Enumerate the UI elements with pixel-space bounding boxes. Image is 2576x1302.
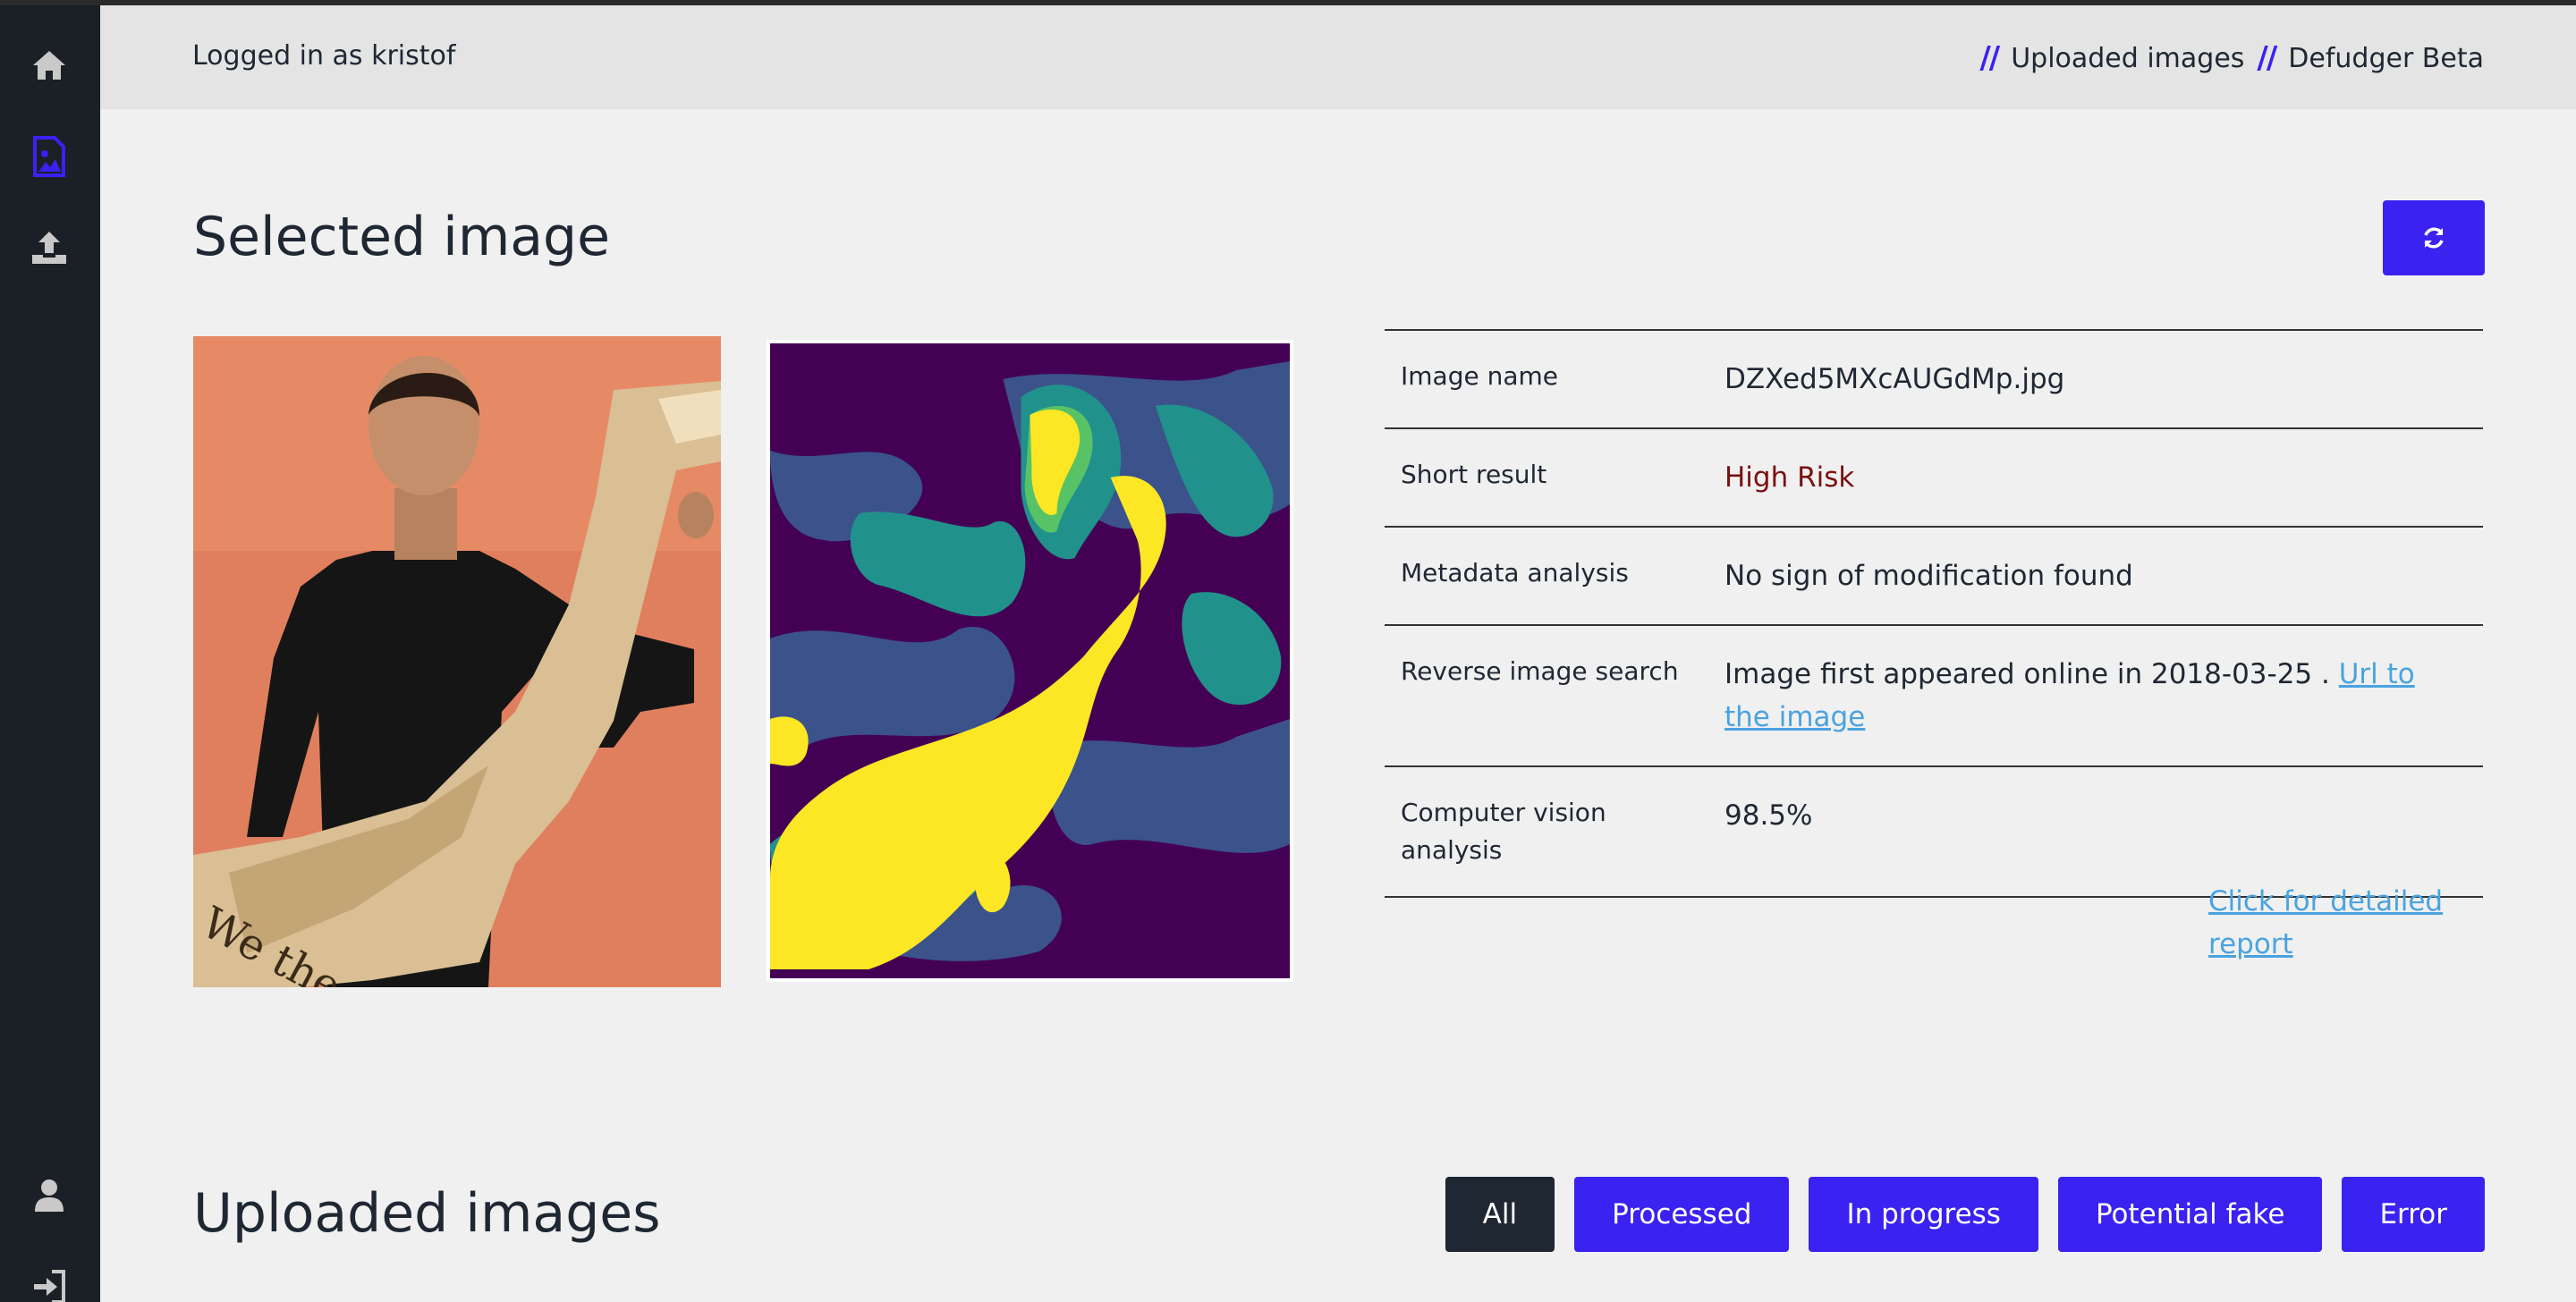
uploaded-images-title: Uploaded images (193, 1182, 661, 1245)
table-row: Reverse image search Image first appeare… (1385, 625, 2483, 766)
logged-in-label: Logged in as kristof (192, 40, 456, 72)
refresh-icon (2424, 227, 2444, 249)
row-label: Short result (1401, 460, 1547, 489)
breadcrumb-separator: // (1979, 40, 2000, 76)
image-name-value: DZXed5MXcAUGdMp.jpg (1724, 363, 2065, 395)
table-row: Image name DZXed5MXcAUGdMp.jpg (1385, 330, 2483, 428)
image-info-table: Image name DZXed5MXcAUGdMp.jpg Short res… (1385, 329, 2483, 898)
top-bar: Logged in as kristof // Uploaded images … (100, 5, 2576, 109)
sidebar (0, 5, 100, 1302)
metadata-value: No sign of modification found (1724, 560, 2133, 592)
home-icon[interactable] (29, 45, 70, 86)
row-label: Computer vision analysis (1401, 798, 1606, 865)
filter-potential-fake-button[interactable]: Potential fake (2057, 1177, 2323, 1252)
table-row: Metadata analysis No sign of modificatio… (1385, 527, 2483, 625)
breadcrumb: // Uploaded images // Defudger Beta (1979, 40, 2484, 76)
selected-image-title: Selected image (193, 206, 611, 268)
reverse-search-value: Image first appeared online in 2018-03-2… (1708, 625, 2483, 766)
breadcrumb-defudger-beta[interactable]: Defudger Beta (2288, 43, 2484, 74)
filter-all-button[interactable]: All (1445, 1177, 1555, 1252)
reverse-search-text: Image first appeared online in 2018-03-2… (1724, 658, 2330, 690)
upload-icon[interactable] (29, 227, 70, 268)
row-label: Metadata analysis (1401, 558, 1629, 588)
short-result-value: High Risk (1724, 461, 1855, 494)
selected-image-photo: We the (193, 336, 721, 987)
user-icon[interactable] (29, 1175, 70, 1216)
table-row: Computer vision analysis 98.5% (1385, 766, 2483, 897)
breadcrumb-separator: // (2257, 40, 2277, 76)
filter-in-progress-button[interactable]: In progress (1809, 1177, 2038, 1252)
breadcrumb-uploaded-images[interactable]: Uploaded images (2011, 43, 2244, 74)
detailed-report-link[interactable]: Click for detailed report (2208, 885, 2443, 960)
image-file-icon[interactable] (29, 136, 70, 177)
refresh-button[interactable] (2383, 200, 2485, 275)
filter-error-button[interactable]: Error (2342, 1177, 2485, 1252)
row-label: Image name (1401, 361, 1558, 391)
sign-in-icon[interactable] (29, 1266, 70, 1302)
filter-buttons: All Processed In progress Potential fake… (1445, 1177, 2485, 1252)
detailed-report-container: Click for detailed report (2208, 880, 2459, 966)
filter-processed-button[interactable]: Processed (1574, 1177, 1790, 1252)
row-label: Reverse image search (1401, 656, 1679, 686)
cv-analysis-value: 98.5% (1724, 799, 1813, 832)
table-row: Short result High Risk (1385, 428, 2483, 527)
analysis-heatmap (767, 340, 1293, 982)
